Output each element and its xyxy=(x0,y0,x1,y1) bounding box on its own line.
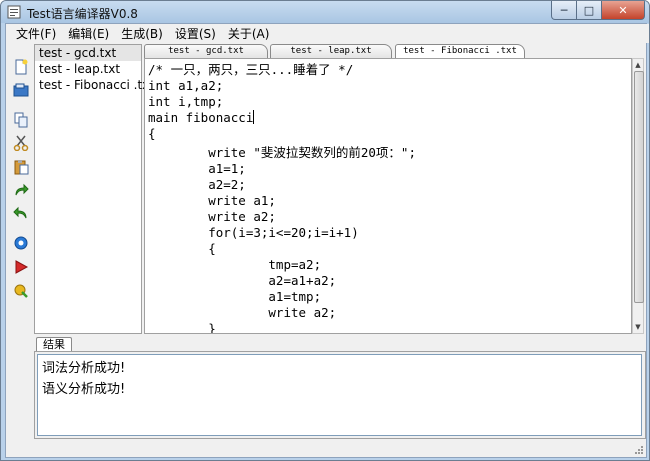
menu-about[interactable]: 关于(A) xyxy=(222,25,276,42)
paste-icon xyxy=(14,160,29,175)
title-bar[interactable]: Test语言编译器V0.8 ─ □ ✕ xyxy=(1,1,649,23)
code-line: write a2; xyxy=(148,209,276,224)
copy-icon xyxy=(14,112,28,128)
vertical-toolbar xyxy=(6,44,34,334)
minimize-button[interactable]: ─ xyxy=(551,1,577,20)
file-item-fibonacci[interactable]: test - Fibonacci .txt xyxy=(35,77,154,93)
redo-button[interactable] xyxy=(12,182,30,200)
build-icon xyxy=(14,284,28,298)
settings-gear-icon xyxy=(14,236,28,250)
menu-settings[interactable]: 设置(S) xyxy=(169,25,222,42)
window-title: Test语言编译器V0.8 xyxy=(27,7,138,21)
code-line: tmp=a2; xyxy=(148,257,322,272)
code-editor[interactable]: /* 一只，两只，三只...睡着了 */ int a1,a2; int i,tm… xyxy=(144,58,632,334)
code-line: { xyxy=(148,126,156,141)
scrollbar-thumb[interactable] xyxy=(634,71,644,303)
results-panel: 词法分析成功! 语义分析成功! xyxy=(34,351,646,439)
file-list[interactable]: test - gcd.txt test - leap.txt test - Fi… xyxy=(34,44,154,334)
open-file-button[interactable] xyxy=(12,81,30,99)
code-line: write "斐波拉契数列的前20项："; xyxy=(148,145,416,160)
editor-tab-bar: test - gcd.txt test - leap.txt test - Fi… xyxy=(144,44,644,58)
build-button[interactable] xyxy=(12,282,30,300)
scroll-down-button[interactable]: ▼ xyxy=(633,321,643,333)
minimize-icon: ─ xyxy=(560,3,568,17)
scroll-down-icon: ▼ xyxy=(635,323,641,331)
code-line: a1=tmp; xyxy=(148,289,322,304)
run-icon xyxy=(15,260,29,274)
maximize-button[interactable]: □ xyxy=(577,1,602,20)
tab-leap[interactable]: test - leap.txt xyxy=(270,44,392,58)
code-line: a2=a1+a2; xyxy=(148,273,337,288)
code-line: { xyxy=(148,241,216,256)
cut-button[interactable] xyxy=(12,134,30,152)
menu-edit[interactable]: 编辑(E) xyxy=(62,25,115,42)
code-line: } xyxy=(148,321,216,334)
new-file-button[interactable] xyxy=(12,58,30,76)
menu-build[interactable]: 生成(B) xyxy=(115,25,169,42)
code-line: a1=1; xyxy=(148,161,246,176)
undo-icon xyxy=(13,206,27,219)
undo-button[interactable] xyxy=(12,205,30,223)
settings-button[interactable] xyxy=(12,234,30,252)
new-file-icon xyxy=(15,59,28,75)
editor-vertical-scrollbar[interactable]: ▲ ▼ xyxy=(632,58,644,334)
paste-button[interactable] xyxy=(12,158,30,176)
code-line: write a1; xyxy=(148,193,276,208)
menu-bar: 文件(F) 编辑(E) 生成(B) 设置(S) 关于(A) xyxy=(6,24,649,43)
code-line: int i,tmp; xyxy=(148,94,224,109)
tab-results[interactable]: 结果 xyxy=(36,337,72,352)
close-button[interactable]: ✕ xyxy=(602,1,645,20)
app-icon xyxy=(7,5,21,19)
code-line: write a2; xyxy=(148,305,337,320)
code-line: for(i=3;i<=20;i=i+1) xyxy=(148,225,359,240)
code-line-text: main fibonacci xyxy=(148,110,254,125)
maximize-icon: □ xyxy=(583,3,595,17)
result-line: 词法分析成功! xyxy=(42,361,126,376)
code-line: int a1,a2; xyxy=(148,78,224,93)
file-item-leap[interactable]: test - leap.txt xyxy=(35,61,141,77)
code-line: /* 一只，两只，三只...睡着了 */ xyxy=(148,62,354,77)
redo-icon xyxy=(15,183,29,196)
run-button[interactable] xyxy=(12,258,30,276)
tab-gcd[interactable]: test - gcd.txt xyxy=(144,44,268,58)
status-bar xyxy=(6,440,646,457)
resize-grip-icon[interactable] xyxy=(634,445,644,455)
open-file-icon xyxy=(13,83,29,97)
scroll-up-icon: ▲ xyxy=(635,61,641,69)
code-line-with-caret: main fibonacci xyxy=(148,110,255,126)
copy-button[interactable] xyxy=(12,111,30,129)
file-item-gcd[interactable]: test - gcd.txt xyxy=(35,45,141,61)
text-caret xyxy=(253,110,255,124)
client-area: 文件(F) 编辑(E) 生成(B) 设置(S) 关于(A) test - gcd… xyxy=(5,23,649,458)
code-line: a2=2; xyxy=(148,177,246,192)
result-line: 语义分析成功! xyxy=(42,382,126,397)
results-output[interactable]: 词法分析成功! 语义分析成功! xyxy=(37,354,642,436)
cut-icon xyxy=(13,135,29,151)
tab-fibonacci[interactable]: test - Fibonacci .txt xyxy=(395,44,525,58)
pane-splitter[interactable] xyxy=(34,334,644,337)
menu-file[interactable]: 文件(F) xyxy=(10,25,62,42)
app-window: Test语言编译器V0.8 ─ □ ✕ 文件(F) 编辑(E) 生成(B) 设置… xyxy=(0,0,650,461)
close-icon: ✕ xyxy=(618,3,628,17)
scroll-up-button[interactable]: ▲ xyxy=(633,59,643,71)
